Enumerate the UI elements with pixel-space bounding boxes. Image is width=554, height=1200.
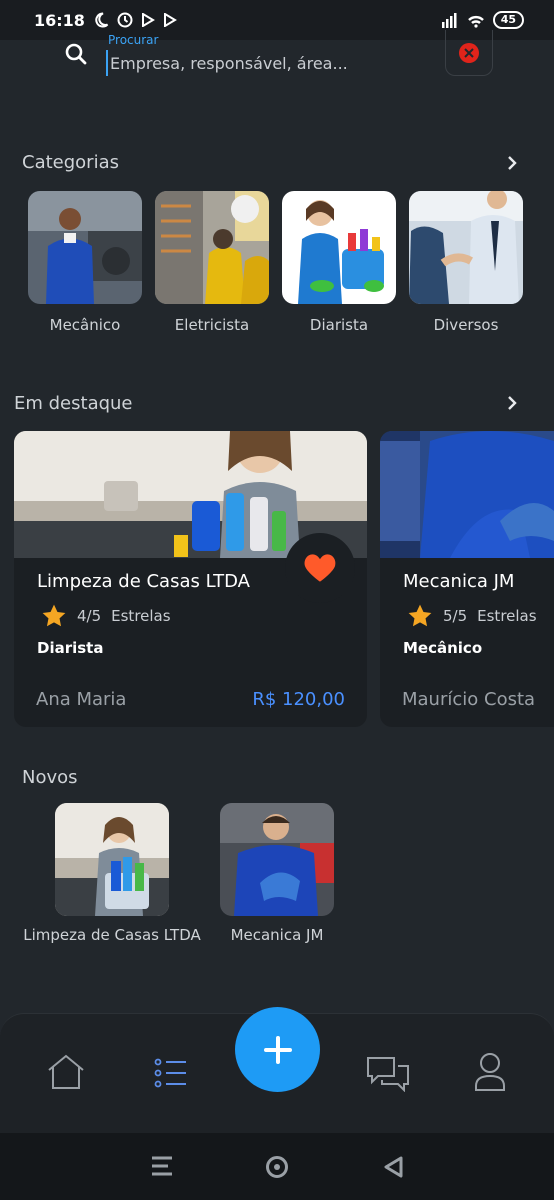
add-button[interactable] [235,1007,320,1092]
chevron-right-icon[interactable] [504,395,520,411]
mechanic-photo [28,191,142,304]
categories-list: Mecânico Eletricista Diarista Diversos [28,191,523,334]
category-label: Diarista [309,316,369,334]
back-icon[interactable] [382,1155,404,1179]
search-label: Procurar [108,33,159,47]
favorite-button[interactable] [285,533,355,603]
search-input[interactable] [106,50,426,76]
new-item[interactable]: Limpeza de Casas LTDA [21,803,203,944]
electrician-photo [155,191,269,304]
play-store-icon [163,13,177,27]
cleaner-photo [282,191,396,304]
featured-card[interactable]: Mecanica JM 5/5 Estrelas Mecânico Mauríc… [380,431,554,727]
add-icon [263,1035,292,1064]
categories-title: Categorias [22,152,119,173]
moon-icon [95,12,109,28]
system-navigation [0,1133,554,1200]
card-rating: 5/5 Estrelas [407,603,537,629]
rating-label: Estrelas [111,607,171,625]
card-owner: Maurício Costa [402,689,536,710]
wifi-icon [467,15,484,28]
category-mecanico[interactable]: Mecânico [28,191,142,334]
card-owner: Ana Maria [36,689,127,710]
card-rating: 4/5 Estrelas [41,603,171,629]
close-icon [459,42,479,63]
category-label: Diversos [433,316,499,334]
status-time: 16:18 [34,10,85,30]
new-title: Novos [22,767,78,788]
rating-value: 5/5 [443,607,468,625]
search-bar: Procurar [0,30,554,90]
card-title: Mecanica JM [403,571,515,592]
card-price: R$ 120,00 [252,689,345,710]
chat-icon[interactable] [366,1056,410,1092]
alarm-icon [117,12,133,28]
chevron-right-icon[interactable] [504,155,520,171]
new-item-label: Limpeza de Casas LTDA [23,926,201,944]
mechanic-photo [220,803,334,916]
cleaner-photo [55,803,169,916]
star-icon [408,604,432,627]
rating-value: 4/5 [77,607,102,625]
rating-label: Estrelas [477,607,537,625]
category-eletricista[interactable]: Eletricista [155,191,269,334]
card-title: Limpeza de Casas LTDA [37,571,250,592]
list-icon[interactable] [154,1058,188,1088]
heart-icon [304,554,336,582]
home-button-icon[interactable] [265,1155,289,1179]
play-store-icon [141,13,155,27]
featured-title: Em destaque [14,393,133,414]
card-category: Mecânico [403,639,483,657]
recent-apps-icon[interactable] [150,1155,174,1177]
star-icon [42,604,66,627]
card-photo [380,431,554,558]
card-category: Diarista [37,639,104,657]
new-item[interactable]: Mecanica JM [217,803,337,944]
search-icon[interactable] [64,42,88,66]
category-label: Mecânico [49,316,121,334]
home-icon[interactable] [46,1054,86,1090]
battery-indicator: 45 [492,11,524,29]
category-diversos[interactable]: Diversos [409,191,523,334]
handshake-photo [409,191,523,304]
category-label: Eletricista [174,316,250,334]
clear-search-button[interactable] [445,30,493,76]
profile-icon[interactable] [474,1052,506,1092]
new-item-label: Mecanica JM [230,926,324,944]
category-diarista[interactable]: Diarista [282,191,396,334]
signal-icon [441,13,457,28]
